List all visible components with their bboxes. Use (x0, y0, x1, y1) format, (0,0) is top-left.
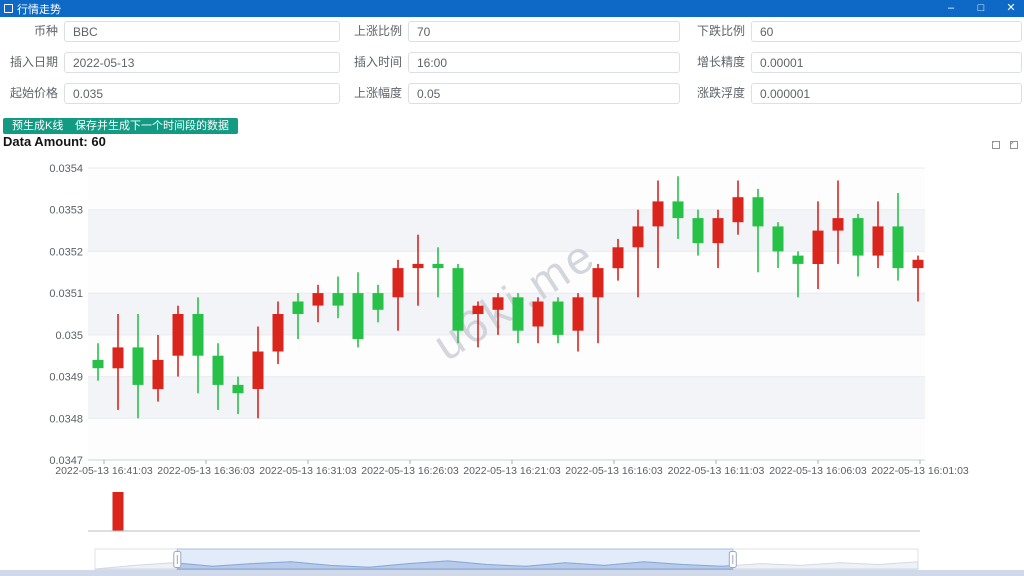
candle-body (373, 293, 384, 310)
field-label-growth-precision: 增长精度 (655, 52, 745, 73)
volume-bar (113, 492, 124, 531)
toolbox-save-as-image-icon[interactable] (1008, 138, 1020, 150)
field-input-insert-date[interactable] (64, 52, 340, 73)
field-input-rise-ratio[interactable] (408, 21, 680, 42)
candle-body (873, 226, 884, 255)
field-label-insert-time: 插入时间 (312, 52, 402, 73)
svg-text:2022-05-13 16:01:03: 2022-05-13 16:01:03 (871, 465, 969, 477)
candle-body (593, 268, 604, 297)
pregenerate-kline-button[interactable]: 预生成K线 (3, 118, 72, 134)
candle-body (813, 231, 824, 264)
svg-text:2022-05-13 16:31:03: 2022-05-13 16:31:03 (259, 465, 357, 477)
close-button[interactable]: ✕ (1004, 0, 1018, 17)
candle-body (453, 268, 464, 331)
svg-text:0.035: 0.035 (55, 330, 83, 342)
svg-text:0.0353: 0.0353 (49, 205, 83, 217)
candle-body (173, 314, 184, 356)
svg-text:2022-05-13 16:16:03: 2022-05-13 16:16:03 (565, 465, 663, 477)
window-title: 行情走势 (17, 1, 61, 17)
candle-body (133, 347, 144, 385)
candle-body (213, 356, 224, 385)
candle-body (293, 302, 304, 315)
save-generate-next-button[interactable]: 保存并生成下一个时间段的数据 (66, 118, 238, 134)
field-input-fall-ratio[interactable] (751, 21, 1022, 42)
field-input-currency[interactable] (64, 21, 340, 42)
candle-body (333, 293, 344, 306)
candle-body (553, 302, 564, 335)
titlebar: 行情走势 – □ ✕ (0, 0, 1024, 17)
field-input-rise-amplitude[interactable] (408, 83, 680, 104)
candle-body (433, 264, 444, 268)
datazoom-slider[interactable] (0, 546, 1024, 572)
field-label-currency: 币种 (0, 21, 58, 42)
maximize-button[interactable]: □ (974, 0, 988, 17)
candle-body (193, 314, 204, 356)
candle-body (713, 218, 724, 243)
candle-body (573, 297, 584, 330)
svg-text:2022-05-13 16:21:03: 2022-05-13 16:21:03 (463, 465, 561, 477)
field-input-fluctuation[interactable] (751, 83, 1022, 104)
svg-text:2022-05-13 16:26:03: 2022-05-13 16:26:03 (361, 465, 459, 477)
data-amount-label: Data Amount: 60 (3, 134, 106, 149)
svg-text:2022-05-13 16:41:03: 2022-05-13 16:41:03 (55, 465, 153, 477)
candle-body (493, 297, 504, 310)
field-label-rise-amplitude: 上涨幅度 (312, 83, 402, 104)
candle-body (233, 385, 244, 393)
candle-body (653, 201, 664, 226)
field-label-insert-date: 插入日期 (0, 52, 58, 73)
candle-body (633, 226, 644, 247)
bottom-scroll-strip (0, 570, 1024, 576)
svg-text:0.0348: 0.0348 (49, 413, 83, 425)
svg-text:0.0349: 0.0349 (49, 372, 83, 384)
toolbox-restore-icon[interactable] (990, 138, 1002, 150)
svg-text:0.0354: 0.0354 (49, 163, 83, 175)
candle-body (733, 197, 744, 222)
candle-body (793, 256, 804, 264)
candle-body (673, 201, 684, 218)
field-label-fall-ratio: 下跌比例 (655, 21, 745, 42)
candlestick-chart: 0.0354 0.0353 0.0352 0.0351 0.035 0.0349 0.034… (0, 155, 1024, 540)
svg-text:0.0351: 0.0351 (49, 288, 83, 300)
field-input-insert-time[interactable] (408, 52, 680, 73)
candle-body (153, 360, 164, 389)
candle-body (93, 360, 104, 368)
field-label-start-price: 起始价格 (0, 83, 58, 104)
candle-body (773, 226, 784, 251)
candle-body (253, 352, 264, 390)
minimize-button[interactable]: – (944, 0, 958, 17)
candle-body (613, 247, 624, 268)
candle-body (913, 260, 924, 268)
candle-body (353, 293, 364, 339)
field-input-growth-precision[interactable] (751, 52, 1022, 73)
candle-body (313, 293, 324, 306)
svg-text:0.0352: 0.0352 (49, 246, 83, 258)
candle-body (393, 268, 404, 297)
candle-body (753, 197, 764, 226)
candle-body (473, 306, 484, 314)
svg-text:2022-05-13 16:36:03: 2022-05-13 16:36:03 (157, 465, 255, 477)
candle-body (693, 218, 704, 243)
candle-body (833, 218, 844, 231)
field-input-start-price[interactable] (64, 83, 340, 104)
field-label-fluctuation: 涨跌浮度 (655, 83, 745, 104)
field-label-rise-ratio: 上涨比例 (312, 21, 402, 42)
candle-body (113, 347, 124, 368)
svg-text:2022-05-13 16:11:03: 2022-05-13 16:11:03 (668, 465, 765, 477)
candle-body (273, 314, 284, 352)
candle-body (893, 226, 904, 268)
candle-body (853, 218, 864, 256)
candle-body (513, 297, 524, 330)
svg-text:2022-05-13 16:06:03: 2022-05-13 16:06:03 (769, 465, 867, 477)
candle-body (533, 302, 544, 327)
candle-body (413, 264, 424, 268)
window-controls: – □ ✕ (944, 0, 1018, 17)
app-icon (4, 4, 13, 13)
